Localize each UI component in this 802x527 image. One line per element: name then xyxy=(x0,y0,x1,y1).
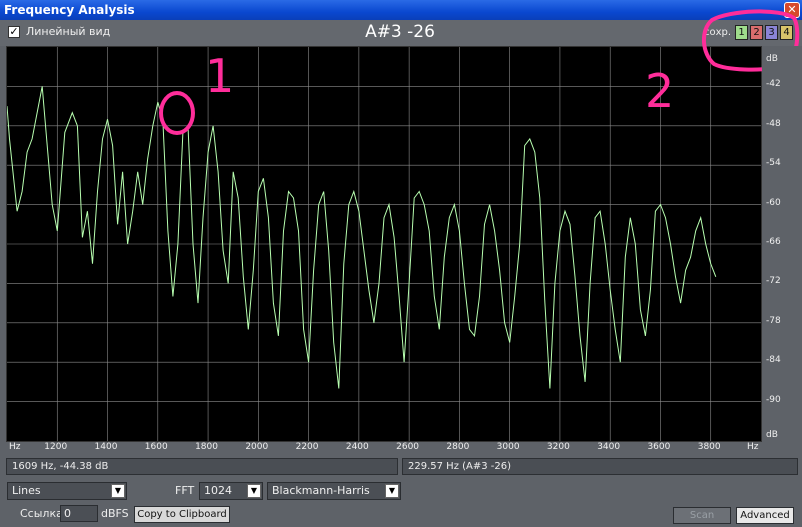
window-function-value: Blackmann-Harris xyxy=(272,484,370,497)
db-axis: dB dB -42 -48 -54 -60 -66 -72 -78 -84 -90 xyxy=(762,46,802,442)
window-title: Frequency Analysis xyxy=(4,3,135,17)
annotation-mark-2: 2 xyxy=(645,64,674,118)
reference-label: Ссылка xyxy=(20,507,63,520)
copy-to-clipboard-button[interactable]: Copy to Clipboard xyxy=(134,506,230,523)
dbfs-label: dBFS xyxy=(101,507,129,520)
linear-view-checkbox[interactable]: ✓ xyxy=(8,26,20,38)
hz-tick-label: 1800 xyxy=(195,442,218,452)
db-tick-label: -54 xyxy=(766,158,781,169)
db-unit-top: dB xyxy=(766,54,778,64)
hz-tick-label: 2800 xyxy=(446,442,470,452)
db-tick-label: -90 xyxy=(766,394,781,405)
hz-tick-label: 2400 xyxy=(345,442,369,452)
hz-tick-label: 1600 xyxy=(144,442,168,452)
spectrum-line xyxy=(6,86,717,389)
reference-input[interactable]: 0 xyxy=(60,505,98,522)
db-unit-bottom: dB xyxy=(766,430,778,440)
hz-axis: Hz Hz 1200 1400 1600 1800 2000 2200 2400 2600 28… xyxy=(6,442,762,456)
fft-size-select[interactable]: 1024 ▼ xyxy=(199,482,263,500)
plot-type-select[interactable]: Lines ▼ xyxy=(7,482,127,500)
scan-button[interactable]: Scan xyxy=(673,507,731,524)
db-tick-label: -84 xyxy=(766,355,781,366)
annotations: 1 2 xyxy=(159,49,674,135)
cursor-status: 1609 Hz, -44.38 dB xyxy=(6,458,398,475)
hz-tick-label: 1200 xyxy=(44,442,68,452)
window-function-select[interactable]: Blackmann-Harris ▼ xyxy=(267,482,401,500)
db-tick-label: -60 xyxy=(766,197,781,208)
fft-label: FFT xyxy=(175,484,195,497)
hz-tick-label: 3400 xyxy=(597,442,621,452)
db-tick-label: -72 xyxy=(766,276,781,287)
hz-tick-label: 2000 xyxy=(245,442,269,452)
db-tick-label: -66 xyxy=(766,237,781,247)
peak-status: 229.57 Hz (A#3 -26) xyxy=(402,458,798,475)
hz-tick-label: 3800 xyxy=(697,442,721,452)
hz-tick-label: 1400 xyxy=(94,442,118,452)
hz-tick-label: 3000 xyxy=(496,442,520,452)
hz-tick-label: 2200 xyxy=(295,442,319,452)
window-titlebar: Frequency Analysis ✕ xyxy=(0,0,802,20)
hz-tick-label: 3600 xyxy=(647,442,671,452)
hz-unit-left: Hz xyxy=(9,442,21,452)
hz-unit-right: Hz xyxy=(747,442,759,452)
spectrum-plot[interactable]: 1 2 xyxy=(6,46,762,442)
chevron-down-icon: ▼ xyxy=(111,484,125,498)
chevron-down-icon: ▼ xyxy=(385,484,399,498)
note-title: A#3 -26 xyxy=(365,22,435,42)
fft-size-value: 1024 xyxy=(204,484,232,497)
toolbar: ✓ Линейный вид A#3 -26 сохр. 1 2 3 4 xyxy=(0,20,802,46)
annotation-circle-1 xyxy=(159,91,195,135)
linear-view-label: Линейный вид xyxy=(26,25,111,38)
plot-type-value: Lines xyxy=(12,484,41,497)
hz-tick-label: 2600 xyxy=(396,442,420,452)
chevron-down-icon: ▼ xyxy=(247,484,261,498)
annotation-mark-1: 1 xyxy=(205,49,234,103)
db-tick-label: -42 xyxy=(766,79,781,90)
db-tick-label: -48 xyxy=(766,118,781,129)
hz-tick-label: 3200 xyxy=(546,442,570,452)
db-tick-label: -78 xyxy=(766,315,781,326)
spectrum-svg: 1 2 xyxy=(6,47,761,441)
advanced-button[interactable]: Advanced xyxy=(736,507,794,524)
